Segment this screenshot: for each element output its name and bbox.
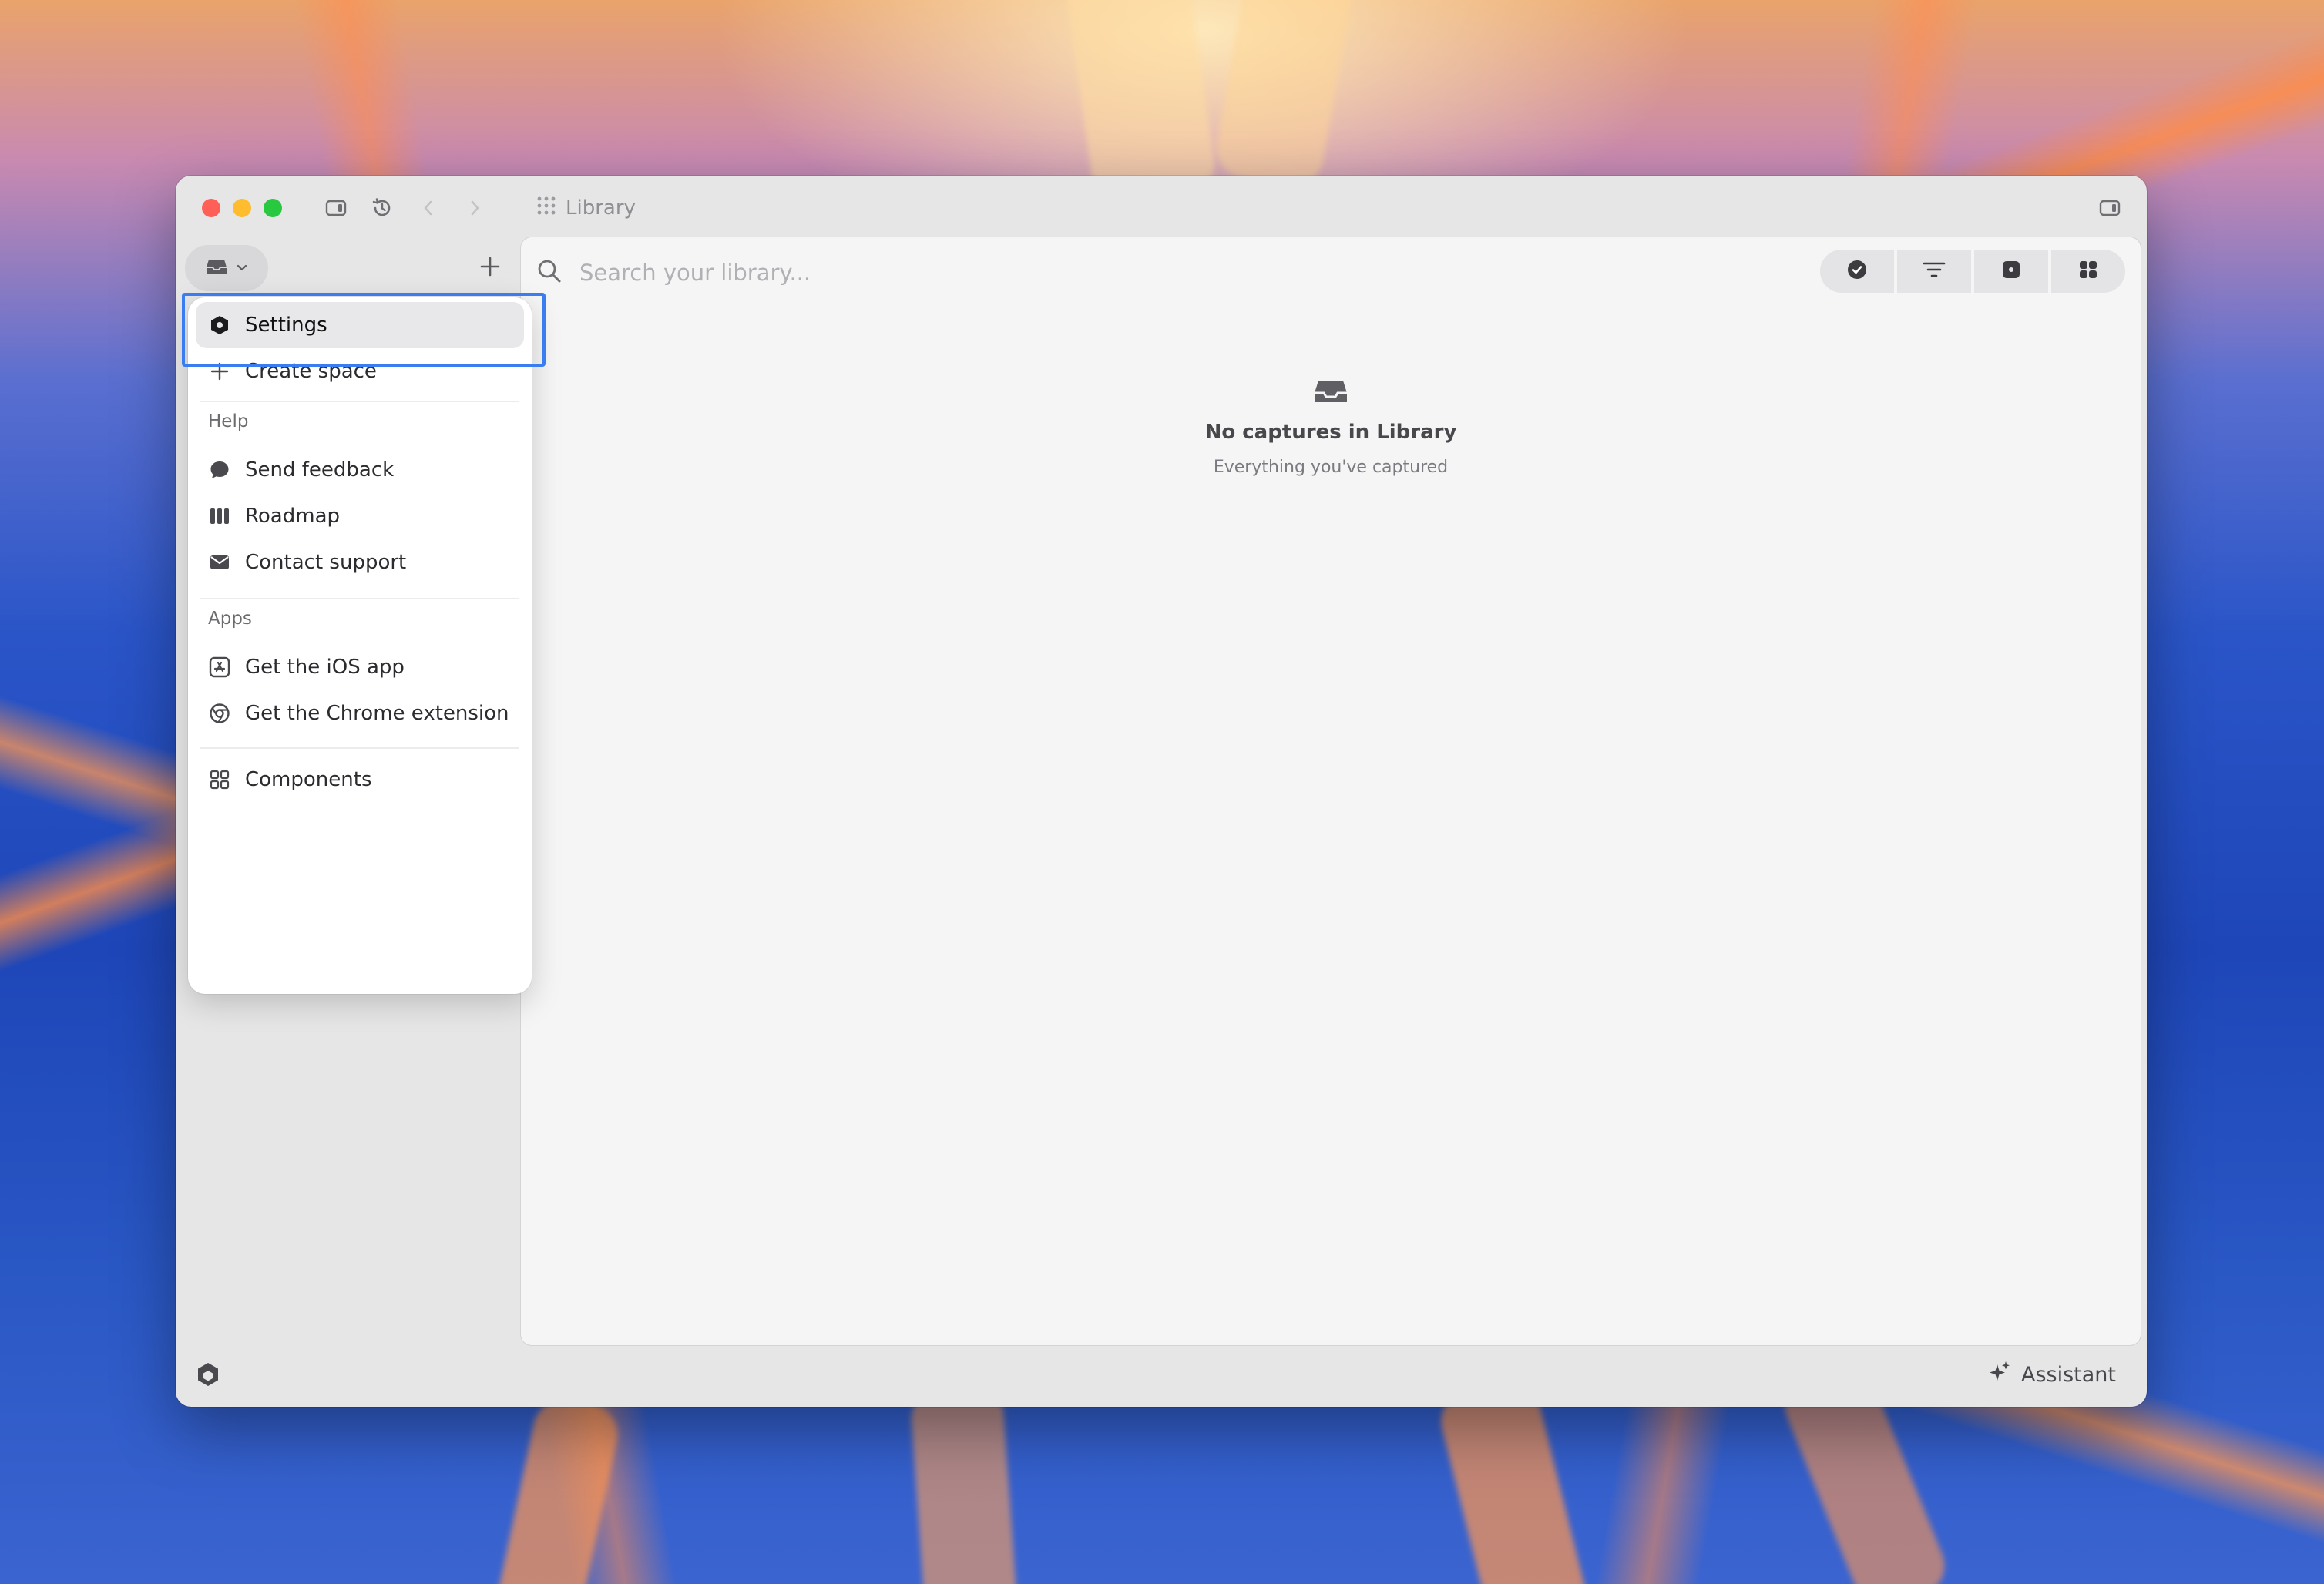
square-icon bbox=[2000, 259, 2022, 284]
menu-divider bbox=[200, 747, 519, 749]
menu-item-label: Settings bbox=[245, 314, 327, 337]
right-panel-toggle-icon[interactable] bbox=[2094, 193, 2125, 223]
close-window-button[interactable] bbox=[202, 199, 220, 217]
app-window: Library Search your library... No captur… bbox=[176, 176, 2147, 1407]
space-menu-dropdown: Settings Create space Help Send feedback bbox=[188, 297, 532, 994]
inbox-tray-icon bbox=[521, 376, 2141, 410]
inbox-tray-icon bbox=[205, 257, 228, 280]
filter-icon bbox=[1922, 260, 1946, 283]
empty-state-title: No captures in Library bbox=[1204, 421, 1457, 444]
assistant-button[interactable]: Assistant bbox=[1987, 1357, 2116, 1391]
space-switcher-button[interactable] bbox=[185, 245, 268, 291]
menu-item-label: Get the iOS app bbox=[245, 656, 405, 679]
breadcrumb[interactable]: Library bbox=[536, 193, 636, 223]
forward-icon[interactable] bbox=[459, 193, 490, 223]
menu-item-create-space[interactable]: Create space bbox=[196, 348, 524, 394]
grid-icon bbox=[2077, 259, 2099, 284]
hexagon-icon bbox=[208, 314, 231, 337]
history-icon[interactable] bbox=[367, 193, 398, 223]
menu-item-components[interactable]: Components bbox=[196, 757, 524, 803]
breadcrumb-label: Library bbox=[566, 196, 636, 220]
menu-divider bbox=[200, 598, 519, 599]
app-store-icon bbox=[208, 656, 231, 679]
roadmap-icon bbox=[208, 505, 231, 528]
menu-item-label: Contact support bbox=[245, 551, 407, 574]
chrome-icon bbox=[208, 702, 231, 725]
wallpaper-ray bbox=[909, 1383, 1019, 1584]
main-panel: No captures in Library Everything you've… bbox=[521, 237, 2141, 1345]
wallpaper-ray bbox=[492, 1393, 623, 1584]
menu-item-contact-support[interactable]: Contact support bbox=[196, 539, 524, 586]
select-button[interactable] bbox=[1820, 250, 1894, 293]
filter-button[interactable] bbox=[1897, 250, 1971, 293]
menu-section-help: Help bbox=[208, 411, 249, 431]
grid-view-button[interactable] bbox=[2051, 250, 2125, 293]
empty-state-subtitle: Everything you've captured bbox=[1213, 458, 1449, 477]
menu-item-chrome-extension[interactable]: Get the Chrome extension bbox=[196, 690, 524, 737]
search-icon bbox=[536, 258, 563, 287]
add-space-button[interactable] bbox=[472, 250, 509, 287]
menu-item-settings[interactable]: Settings bbox=[196, 302, 524, 348]
assistant-label: Assistant bbox=[2020, 1362, 2116, 1387]
wallpaper-ray bbox=[1211, 0, 1355, 191]
menu-item-label: Create space bbox=[245, 360, 377, 383]
menu-item-label: Send feedback bbox=[245, 458, 395, 482]
search-input[interactable] bbox=[578, 259, 1506, 287]
grid-icon bbox=[208, 768, 231, 791]
menu-divider bbox=[200, 401, 519, 402]
plus-icon bbox=[479, 256, 501, 280]
envelope-icon bbox=[208, 551, 231, 574]
sidebar-toggle-icon[interactable] bbox=[321, 193, 351, 223]
zoom-window-button[interactable] bbox=[264, 199, 282, 217]
minimize-window-button[interactable] bbox=[233, 199, 251, 217]
apps-grid-icon bbox=[536, 196, 556, 221]
plus-icon bbox=[208, 360, 231, 383]
search-bar bbox=[536, 248, 1615, 297]
chevron-down-icon bbox=[236, 261, 248, 276]
menu-item-label: Components bbox=[245, 768, 372, 791]
single-view-button[interactable] bbox=[1974, 250, 2048, 293]
chat-bubble-icon bbox=[208, 458, 231, 482]
empty-state: No captures in Library Everything you've… bbox=[521, 376, 2141, 477]
view-toolbar bbox=[1820, 250, 2125, 293]
desktop-wallpaper: Library Search your library... No captur… bbox=[0, 0, 2324, 1584]
menu-item-roadmap[interactable]: Roadmap bbox=[196, 493, 524, 539]
back-icon[interactable] bbox=[413, 193, 444, 223]
check-circle-icon bbox=[1845, 258, 1869, 284]
menu-item-ios-app[interactable]: Get the iOS app bbox=[196, 644, 524, 690]
app-logo-icon[interactable] bbox=[193, 1359, 223, 1390]
title-bar: Library bbox=[176, 176, 2147, 237]
menu-item-label: Get the Chrome extension bbox=[245, 702, 509, 725]
menu-section-apps: Apps bbox=[208, 609, 252, 629]
menu-item-send-feedback[interactable]: Send feedback bbox=[196, 447, 524, 493]
sparkles-icon bbox=[1987, 1360, 2012, 1390]
menu-item-label: Roadmap bbox=[245, 505, 341, 528]
